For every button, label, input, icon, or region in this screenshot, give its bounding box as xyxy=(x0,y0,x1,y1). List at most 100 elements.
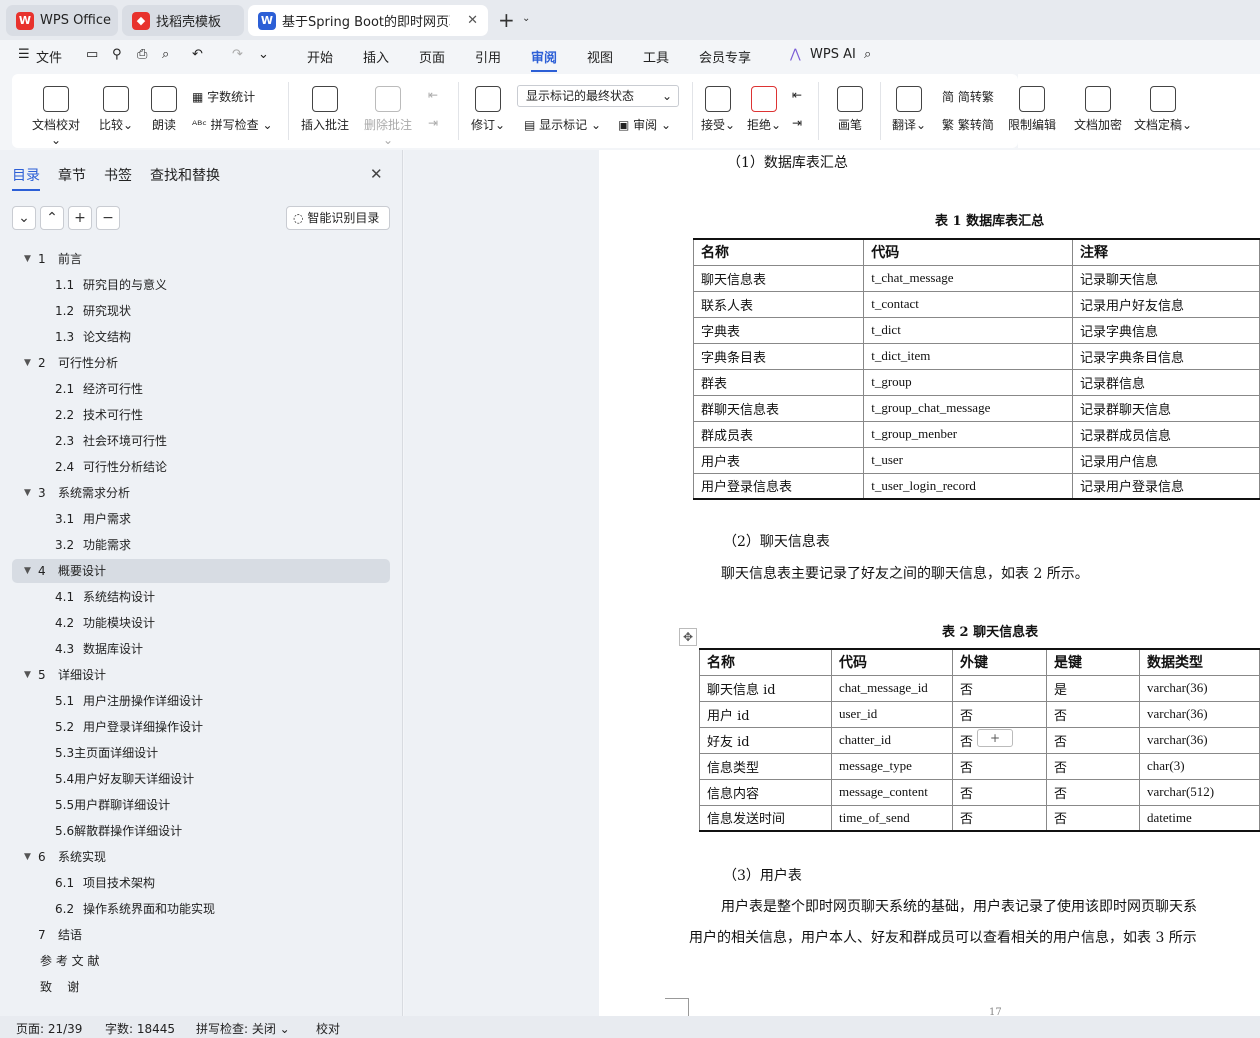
table-cell[interactable]: 否 xyxy=(952,701,1047,728)
table-cell[interactable]: 信息类型 xyxy=(699,753,832,780)
toc-item[interactable]: 5.3主页面详细设计 xyxy=(12,741,390,765)
table-header-cell[interactable]: 数据类型 xyxy=(1139,649,1260,676)
page-indicator[interactable]: 页面: 21/39 xyxy=(16,1020,82,1037)
share-icon[interactable]: ⚲ xyxy=(112,47,122,62)
table-cell[interactable]: 否 xyxy=(952,675,1047,702)
toc-item[interactable]: ▼ 6 系统实现 xyxy=(12,845,390,869)
table-cell[interactable]: 用户 id xyxy=(699,701,832,728)
table-cell[interactable]: 信息内容 xyxy=(699,779,832,806)
table-cell[interactable]: message_type xyxy=(831,753,953,780)
compare-button[interactable]: 比较⌄ xyxy=(96,86,136,133)
toc-item[interactable]: 参 考 文 献 xyxy=(12,949,390,973)
table-cell[interactable]: t_user_login_record xyxy=(863,473,1073,500)
word-count-button[interactable]: ▦ 字数统计 xyxy=(192,88,255,105)
menu-file[interactable]: 文件 xyxy=(36,47,62,66)
table-cell[interactable]: 群表 xyxy=(693,369,865,396)
table-cell[interactable]: t_dict_item xyxy=(863,343,1073,370)
toc-item[interactable]: 5.5用户群聊详细设计 xyxy=(12,793,390,817)
move-table-icon[interactable]: ✥ xyxy=(679,628,697,646)
undo-icon[interactable]: ↶ xyxy=(192,47,203,62)
tab-toc[interactable]: 目录 xyxy=(12,165,40,191)
table-cell[interactable]: 用户表 xyxy=(693,447,865,474)
table-cell[interactable]: 记录群成员信息 xyxy=(1072,421,1260,448)
toc-item[interactable]: 4.2 功能模块设计 xyxy=(12,611,390,635)
menu-wps-ai[interactable]: WPS AI xyxy=(810,47,856,62)
redo-icon[interactable]: ↷ xyxy=(232,47,243,62)
table-cell[interactable]: 聊天信息表 xyxy=(693,265,865,292)
table-cell[interactable]: 记录用户好友信息 xyxy=(1072,291,1260,318)
table-cell[interactable]: 记录字典信息 xyxy=(1072,317,1260,344)
toc-item[interactable]: 1.1 研究目的与意义 xyxy=(12,273,390,297)
more-icon[interactable]: ⌄ xyxy=(258,47,269,62)
collapse-all-button[interactable]: ⌃ xyxy=(40,206,64,230)
add-row-button[interactable]: + xyxy=(977,729,1013,747)
toc-item[interactable]: 3.2 功能需求 xyxy=(12,533,390,557)
table-cell[interactable]: 用户登录信息表 xyxy=(693,473,865,500)
expand-arrow-icon[interactable]: ▼ xyxy=(24,247,31,271)
translate-button[interactable]: 翻译⌄ xyxy=(890,86,928,133)
table-cell[interactable]: t_group xyxy=(863,369,1073,396)
toc-item[interactable]: 2.2 技术可行性 xyxy=(12,403,390,427)
proofread-status[interactable]: 校对 xyxy=(316,1020,340,1037)
toc-item[interactable]: ▼ 1 前言 xyxy=(12,247,390,271)
tab-find-replace[interactable]: 查找和替换 xyxy=(150,165,220,185)
toc-item[interactable]: ▼ 3 系统需求分析 xyxy=(12,481,390,505)
table-cell[interactable]: chat_message_id xyxy=(831,675,953,702)
table-cell[interactable]: 否 xyxy=(1046,701,1140,728)
table-cell[interactable]: 否 xyxy=(952,753,1047,780)
toc-item[interactable]: ▼ 5 详细设计 xyxy=(12,663,390,687)
read-aloud-button[interactable]: 朗读 xyxy=(148,86,180,133)
to-simplified-button[interactable]: 繁 繁转简 xyxy=(942,116,994,133)
table-cell[interactable]: datetime xyxy=(1139,805,1260,832)
table-cell[interactable]: varchar(512) xyxy=(1139,779,1260,806)
table-cell[interactable]: 否 xyxy=(952,779,1047,806)
menu-insert[interactable]: 插入 xyxy=(363,47,389,66)
print-icon[interactable]: ⎙ xyxy=(137,47,147,62)
prev-comment-icon[interactable]: ⇤ xyxy=(428,88,438,102)
table-cell[interactable]: 否 xyxy=(1046,727,1140,754)
menu-start[interactable]: 开始 xyxy=(307,47,333,66)
table-cell[interactable]: t_group_chat_message xyxy=(863,395,1073,422)
table-cell[interactable]: 否 xyxy=(952,805,1047,832)
table-cell[interactable]: message_content xyxy=(831,779,953,806)
table-cell[interactable]: chatter_id xyxy=(831,727,953,754)
table-cell[interactable]: 否 xyxy=(1046,805,1140,832)
chevron-down-icon[interactable]: ⌄ xyxy=(522,13,530,24)
revise-button[interactable]: 修订⌄ xyxy=(468,86,508,133)
word-count[interactable]: 字数: 18445 xyxy=(105,1020,175,1037)
table-cell[interactable]: 记录群聊天信息 xyxy=(1072,395,1260,422)
toc-item[interactable]: 1.3 论文结构 xyxy=(12,325,390,349)
menu-page[interactable]: 页面 xyxy=(419,47,445,66)
insert-comment-button[interactable]: 插入批注 xyxy=(300,86,350,133)
table-cell[interactable]: 联系人表 xyxy=(693,291,865,318)
toc-item[interactable]: 5.6解散群操作详细设计 xyxy=(12,819,390,843)
table-cell[interactable]: t_chat_message xyxy=(863,265,1073,292)
finalize-button[interactable]: 文档定稿⌄ xyxy=(1132,86,1194,133)
table-cell[interactable]: 信息发送时间 xyxy=(699,805,832,832)
table-cell[interactable]: 群聊天信息表 xyxy=(693,395,865,422)
toc-item[interactable]: 4.1 系统结构设计 xyxy=(12,585,390,609)
table-header-cell[interactable]: 代码 xyxy=(831,649,953,676)
toc-item[interactable]: 2.1 经济可行性 xyxy=(12,377,390,401)
table-cell[interactable]: char(3) xyxy=(1139,753,1260,780)
delete-comment-button[interactable]: 删除批注⌄ xyxy=(360,86,416,147)
expand-arrow-icon[interactable]: ▼ xyxy=(24,481,31,505)
show-markup-button[interactable]: ▤ 显示标记 ⌄ xyxy=(524,116,601,133)
doc-check-button[interactable]: 文档校对⌄ xyxy=(28,86,84,147)
review-pane-button[interactable]: ▣ 审阅 ⌄ xyxy=(618,116,671,133)
table-cell[interactable]: time_of_send xyxy=(831,805,953,832)
menu-tools[interactable]: 工具 xyxy=(643,47,669,66)
table-header-cell[interactable]: 名称 xyxy=(693,239,865,266)
tab-wps-office[interactable]: W WPS Office xyxy=(6,5,118,36)
table-cell[interactable]: varchar(36) xyxy=(1139,727,1260,754)
toc-item[interactable]: 2.4 可行性分析结论 xyxy=(12,455,390,479)
table-cell[interactable]: 记录字典条目信息 xyxy=(1072,343,1260,370)
table-header-cell[interactable]: 代码 xyxy=(863,239,1073,266)
reject-button[interactable]: 拒绝⌄ xyxy=(746,86,782,133)
toc-item[interactable]: 5.4用户好友聊天详细设计 xyxy=(12,767,390,791)
table-cell[interactable]: 记录用户信息 xyxy=(1072,447,1260,474)
menu-review[interactable]: 审阅 xyxy=(531,47,558,72)
table-cell[interactable]: varchar(36) xyxy=(1139,675,1260,702)
table-header-cell[interactable]: 注释 xyxy=(1072,239,1260,266)
table-cell[interactable]: 好友 id xyxy=(699,727,832,754)
